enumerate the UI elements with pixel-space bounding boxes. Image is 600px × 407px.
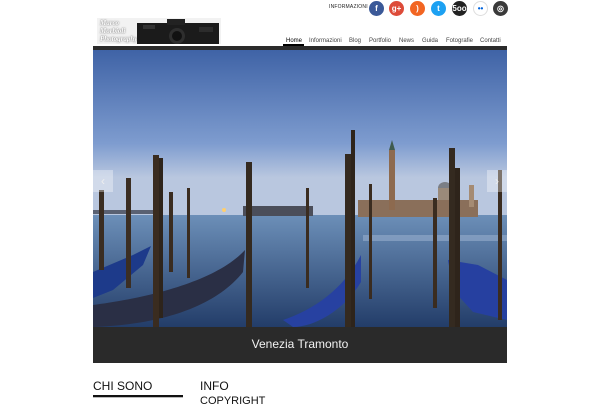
slider-next-button[interactable]: ›: [487, 170, 507, 192]
nav-item-guida[interactable]: Guida: [422, 38, 438, 46]
section-title-info: INFO: [200, 379, 229, 393]
info-label[interactable]: INFORMAZIONI: [329, 4, 368, 10]
slider-prev-button[interactable]: ‹: [93, 170, 113, 192]
flickr-icon[interactable]: ••: [473, 1, 488, 16]
500px-icon[interactable]: 5oo: [452, 1, 467, 16]
site-logo[interactable]: Marco Morbioli Photography: [97, 18, 221, 44]
nav-item-news[interactable]: News: [399, 38, 414, 46]
google-plus-icon[interactable]: g+: [389, 1, 404, 16]
hero-slider[interactable]: [93, 50, 507, 327]
camera-icon: [137, 19, 219, 44]
rss-icon[interactable]: ): [410, 1, 425, 16]
section-underline-light: [93, 397, 183, 398]
venice-photo: [93, 50, 507, 327]
logo-text: Marco Morbioli Photography: [100, 19, 138, 43]
nav-item-fotografie[interactable]: Fotografie: [446, 38, 473, 46]
chevron-right-icon: ›: [495, 174, 499, 188]
nav-item-contatti[interactable]: Contatti: [480, 38, 501, 46]
nav-item-blog[interactable]: Blog: [349, 38, 361, 46]
nav-item-informazioni[interactable]: Informazioni: [309, 38, 342, 46]
section-subtitle-copyright: COPYRIGHT: [200, 395, 266, 407]
nav-item-portfolio[interactable]: Portfolio: [369, 38, 391, 46]
facebook-icon[interactable]: f: [369, 1, 384, 16]
chevron-left-icon: ‹: [101, 174, 105, 188]
section-title-chi-sono: CHI SONO: [93, 379, 153, 393]
twitter-icon[interactable]: t: [431, 1, 446, 16]
instagram-icon[interactable]: ◎: [493, 1, 508, 16]
slider-caption: Venezia Tramonto: [251, 337, 349, 351]
